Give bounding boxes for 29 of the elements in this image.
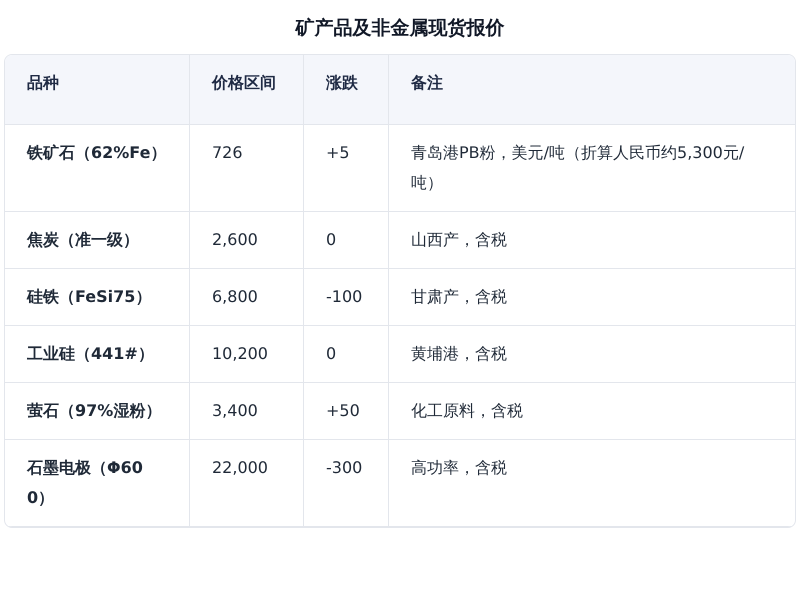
table-cell: -100 bbox=[304, 269, 389, 326]
column-header: 价格区间 bbox=[190, 55, 304, 125]
table-cell: 工业硅（441#） bbox=[5, 326, 190, 383]
table-cell: 10,200 bbox=[190, 326, 304, 383]
table-cell: 青岛港PB粉，美元/吨（折算人民币约5,300元/吨） bbox=[389, 125, 795, 212]
table-cell: 0 bbox=[304, 326, 389, 383]
table-cell: +5 bbox=[304, 125, 389, 212]
table-cell: -300 bbox=[304, 440, 389, 527]
table-cell: 萤石（97%湿粉） bbox=[5, 383, 190, 440]
table-title: 矿产品及非金属现货报价 bbox=[294, 16, 506, 41]
table-cell: 黄埔港，含税 bbox=[389, 326, 795, 383]
table-cell: 高功率，含税 bbox=[389, 440, 795, 527]
table-cell: 22,000 bbox=[190, 440, 304, 527]
table-cell: +50 bbox=[304, 383, 389, 440]
table-cell: 石墨电极（Φ600） bbox=[5, 440, 190, 527]
table-cell: 726 bbox=[190, 125, 304, 212]
table-cell: 硅铁（FeSi75） bbox=[5, 269, 190, 326]
table-cell: 山西产，含税 bbox=[389, 212, 795, 269]
table-cell: 甘肃产，含税 bbox=[389, 269, 795, 326]
table-cell: 铁矿石（62%Fe） bbox=[5, 125, 190, 212]
table-cell: 0 bbox=[304, 212, 389, 269]
table-cell: 3,400 bbox=[190, 383, 304, 440]
column-header: 涨跌 bbox=[304, 55, 389, 125]
table-cell: 焦炭（准一级） bbox=[5, 212, 190, 269]
table-cell: 2,600 bbox=[190, 212, 304, 269]
column-header: 品种 bbox=[5, 55, 190, 125]
column-header: 备注 bbox=[389, 55, 795, 125]
table-cell: 6,800 bbox=[190, 269, 304, 326]
table-cell: 化工原料，含税 bbox=[389, 383, 795, 440]
